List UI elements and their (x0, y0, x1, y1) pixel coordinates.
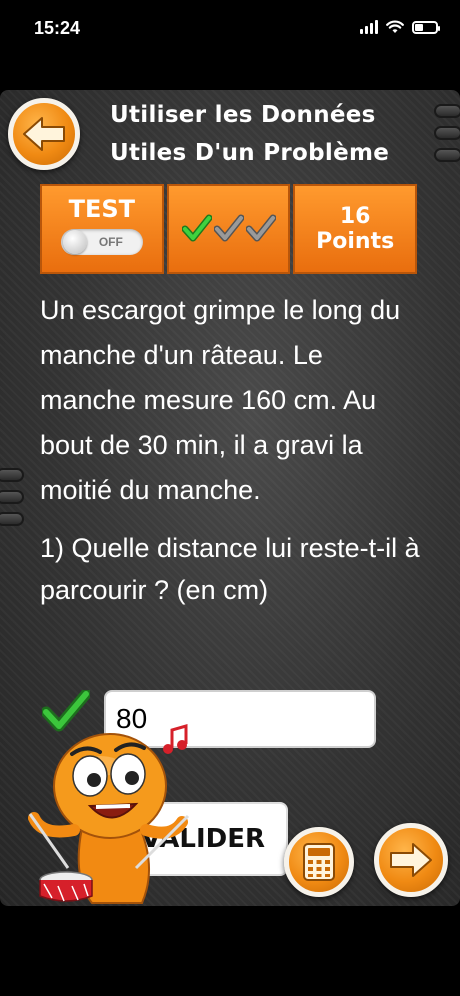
progress-checks-panel (166, 184, 291, 274)
side-tab (0, 468, 24, 482)
points-panel: 16 Points (293, 184, 418, 274)
status-time: 15:24 (34, 18, 81, 38)
check-correct-icon (181, 214, 212, 242)
calculator-button[interactable] (284, 827, 354, 897)
problem-text: Un escargot grimpe le long du manche d'u… (40, 288, 420, 611)
arrow-right-icon (390, 843, 432, 877)
status-bar: 15:24 (0, 0, 460, 60)
test-label: TEST (68, 195, 136, 223)
test-mode-toggle[interactable]: OFF (60, 229, 143, 255)
wifi-icon (386, 20, 404, 33)
arrow-left-icon (23, 117, 65, 151)
signal-icon (360, 20, 378, 34)
side-tab (0, 490, 24, 504)
problem-statement: Un escargot grimpe le long du manche d'u… (40, 295, 401, 505)
status-icons (360, 20, 440, 34)
check-pending-icon (213, 214, 244, 242)
progress-checks (181, 214, 276, 244)
points-label: Points (316, 229, 395, 254)
mascot-drummer-icon (28, 724, 190, 904)
calculator-icon (303, 843, 335, 881)
problem-question: 1) Quelle distance lui reste-t-il à parc… (40, 533, 420, 605)
side-tab (434, 104, 460, 118)
back-button[interactable] (8, 98, 80, 170)
battery-icon (412, 20, 440, 34)
test-mode-panel: TEST OFF (40, 184, 164, 274)
points-value: 16 (339, 204, 371, 229)
score-bar: TEST OFF 16 Points (40, 184, 418, 274)
toggle-knob (62, 230, 87, 254)
check-pending-icon (245, 214, 276, 242)
toggle-state-label: OFF (98, 235, 123, 249)
side-tab (434, 148, 460, 162)
side-tab (434, 126, 460, 140)
app-screen: Utiliser les Données Utiles D'un Problèm… (0, 90, 460, 906)
page-title-line-2: Utiles D'un Problème (110, 140, 390, 166)
next-button[interactable] (374, 823, 448, 897)
page-title-line-1: Utiliser les Données (110, 102, 376, 128)
side-tab (0, 512, 24, 526)
